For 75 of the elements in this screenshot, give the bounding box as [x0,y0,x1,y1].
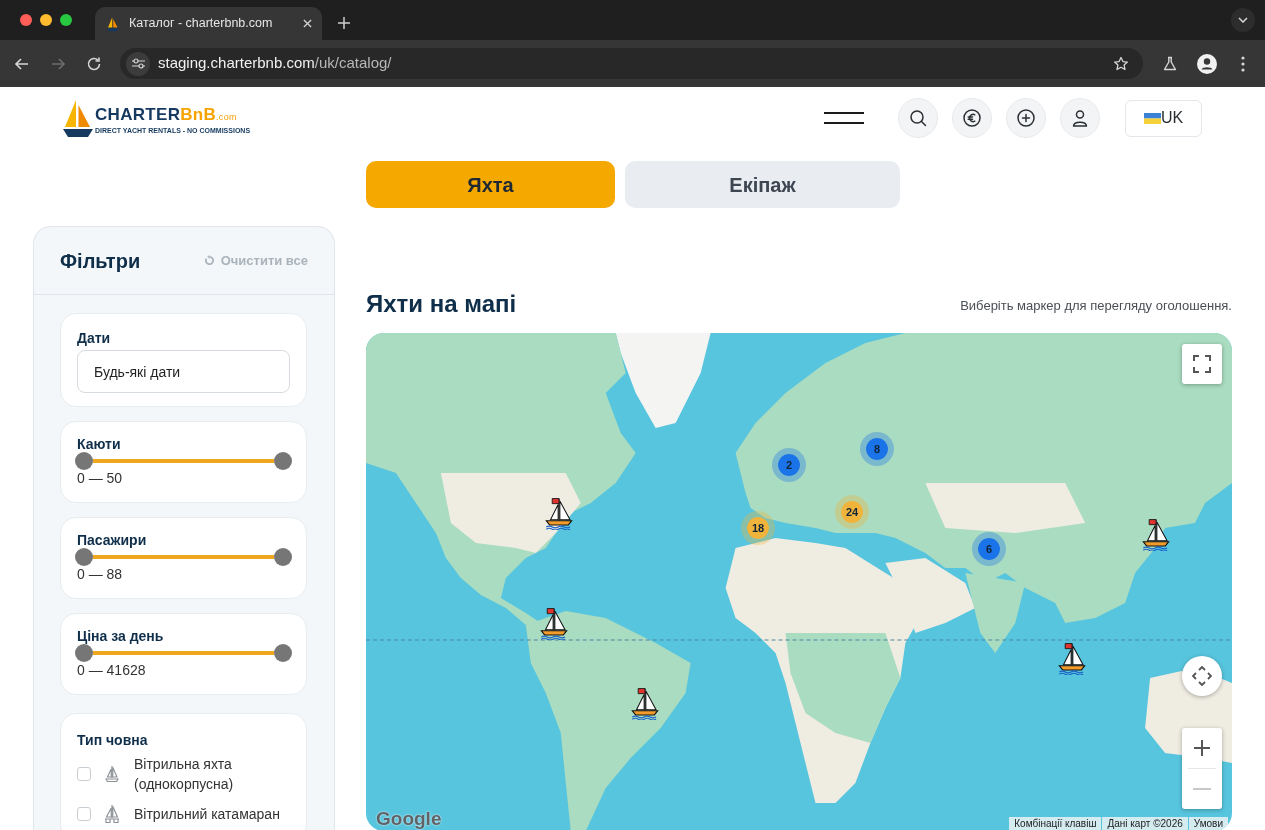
account-button[interactable] [1060,98,1100,138]
filter-label: Дати [77,330,112,346]
date-field[interactable]: Будь-які дати [77,350,290,393]
sailboat-marker-icon[interactable] [628,686,662,720]
profile-icon[interactable] [1197,53,1217,74]
filter-label: Каюти [77,436,122,452]
filters-title: Фільтри [60,248,141,274]
slider-thumb[interactable] [75,452,93,470]
filter-label: Пасажири [77,532,148,548]
map-hint: Виберіть маркер для перегляду оголошення. [960,296,1232,315]
slider-thumb[interactable] [75,644,93,662]
move-arrows-icon [1192,666,1212,686]
currency-button[interactable] [952,98,992,138]
slider-thumb[interactable] [75,548,93,566]
flask-icon[interactable] [1162,55,1178,72]
checkbox[interactable] [77,807,91,821]
sailboat-icon [102,764,122,784]
range-value: 0 — 50 [77,470,124,486]
plus-circle-icon [1016,108,1036,128]
option-label[interactable]: Вітрильна яхта (однокорпусна) [134,754,290,794]
sailboat-marker-icon[interactable] [537,606,571,640]
url-text: staging.charterbnb.com/uk/catalog/ [158,53,392,74]
map-attribution-link[interactable]: Комбінації клавіш [1009,817,1102,830]
zoom-window-icon[interactable] [60,14,72,26]
slider-track[interactable] [93,651,274,655]
checkbox[interactable] [77,767,91,781]
chevron-down-icon [1238,17,1248,23]
more-menu-icon[interactable] [1241,55,1245,72]
slider-thumb[interactable] [274,548,292,566]
new-tab-icon[interactable] [338,17,350,29]
search-button[interactable] [898,98,938,138]
slider-track[interactable] [93,555,274,559]
sailboat-marker-icon[interactable] [542,496,576,530]
language-button[interactable]: UK [1125,99,1202,137]
site-settings-button[interactable] [126,51,150,76]
section-title: Яхти на мапі [366,290,517,318]
fullscreen-icon [1193,355,1211,373]
add-button[interactable] [1006,98,1046,138]
minus-icon [1193,788,1211,790]
slider-thumb[interactable] [274,644,292,662]
flag-icon [1143,112,1161,124]
filter-label: Ціна за день [77,628,165,644]
minimize-window-icon[interactable] [40,14,52,26]
plus-icon [1193,739,1211,757]
reload-icon[interactable] [86,55,102,72]
tab[interactable]: Яхта [366,161,615,208]
filter-label: Тип човна [77,732,149,748]
euro-icon [962,108,982,128]
option-label[interactable]: Вітрильний катамаран [134,804,280,824]
sliders-icon [131,58,145,69]
catamaran-icon [102,804,122,824]
logo-wordmark: CHARTERBnB.com [95,106,238,126]
menu-icon[interactable] [824,112,864,124]
fullscreen-button[interactable] [1182,344,1222,384]
address-bar[interactable]: staging.charterbnb.com/uk/catalog/ [120,48,1143,79]
range-value: 0 — 88 [77,566,124,582]
slider-track[interactable] [93,459,274,463]
map-attribution-link[interactable]: Дані карт ©2026 [1102,817,1188,830]
map-logo: Google [376,808,442,830]
map-attribution-link[interactable]: Умови [1188,817,1228,830]
sailboat-marker-icon[interactable] [1139,517,1173,551]
slider-thumb[interactable] [274,452,292,470]
close-icon[interactable] [303,19,312,28]
user-icon [1070,108,1090,128]
close-window-icon[interactable] [20,14,32,26]
tab-list-button[interactable] [1231,8,1255,32]
reset-icon [203,255,215,266]
back-arrow-icon[interactable] [14,55,30,72]
sailboat-marker-icon[interactable] [1055,641,1089,675]
bookmark-star-icon[interactable] [1113,55,1129,72]
search-icon [908,108,928,128]
browser-tab[interactable]: Каталог - charterbnb.com [95,7,322,40]
range-value: 0 — 41628 [77,662,147,678]
tab[interactable]: Екіпаж [625,161,900,208]
tab-title: Каталог - charterbnb.com [129,15,274,33]
